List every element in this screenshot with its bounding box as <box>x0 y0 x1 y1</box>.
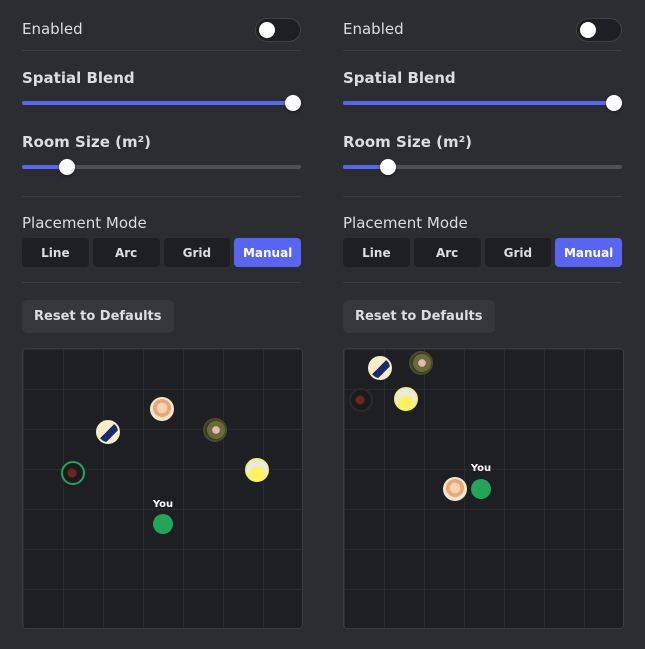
user-avatar-icon[interactable] <box>96 420 120 444</box>
user-avatar-icon[interactable] <box>61 461 85 485</box>
spatial-blend-label: Spatial Blend <box>343 69 456 87</box>
spatial-blend-slider[interactable] <box>343 95 622 111</box>
user-avatar-icon[interactable] <box>443 477 467 501</box>
placement-grid-button[interactable]: Grid <box>163 238 231 267</box>
divider <box>343 50 622 51</box>
placement-mode-label: Placement Mode <box>343 214 468 232</box>
user-avatar-icon[interactable] <box>349 388 373 412</box>
enabled-row: Enabled <box>343 10 622 50</box>
placement-manual-button[interactable]: Manual <box>555 238 622 267</box>
you-label: You <box>152 499 174 510</box>
placement-line-button[interactable]: Line <box>343 238 410 267</box>
enabled-label: Enabled <box>343 20 404 38</box>
reset-to-defaults-button[interactable]: Reset to Defaults <box>343 300 495 333</box>
placement-mode-selector: Line Arc Grid Manual <box>343 238 622 267</box>
divider <box>22 282 301 283</box>
user-avatar-icon[interactable] <box>394 387 418 411</box>
self-marker[interactable] <box>471 479 491 499</box>
placement-mode-selector: Line Arc Grid Manual <box>22 238 301 267</box>
placement-canvas[interactable]: You <box>22 348 303 629</box>
slider-thumb[interactable] <box>379 159 396 175</box>
user-avatar-icon[interactable] <box>409 351 433 375</box>
placement-arc-button[interactable]: Arc <box>413 238 481 267</box>
toggle-knob <box>259 22 275 38</box>
spatial-blend-label: Spatial Blend <box>22 69 135 87</box>
divider <box>22 50 301 51</box>
self-marker[interactable] <box>153 514 173 534</box>
room-size-label: Room Size (m²) <box>22 133 151 151</box>
room-size-slider[interactable] <box>343 159 622 175</box>
slider-thumb[interactable] <box>58 159 75 175</box>
divider <box>22 196 301 197</box>
toggle-knob <box>580 22 596 38</box>
spatial-blend-slider[interactable] <box>22 95 301 111</box>
slider-thumb[interactable] <box>285 95 301 111</box>
user-avatar-icon[interactable] <box>368 356 392 380</box>
placement-arc-button[interactable]: Arc <box>92 238 160 267</box>
placement-grid-button[interactable]: Grid <box>484 238 552 267</box>
you-label: You <box>470 463 492 474</box>
placement-canvas[interactable]: You <box>343 348 624 629</box>
divider <box>343 196 622 197</box>
slider-thumb[interactable] <box>606 95 622 111</box>
enabled-toggle[interactable] <box>255 18 301 42</box>
room-size-slider[interactable] <box>22 159 301 175</box>
room-size-label: Room Size (m²) <box>343 133 472 151</box>
user-avatar-icon[interactable] <box>203 418 227 442</box>
placement-manual-button[interactable]: Manual <box>234 238 301 267</box>
enabled-row: Enabled <box>22 10 301 50</box>
user-avatar-icon[interactable] <box>150 397 174 421</box>
divider <box>343 282 622 283</box>
reset-to-defaults-button[interactable]: Reset to Defaults <box>22 300 174 333</box>
user-avatar-icon[interactable] <box>245 458 269 482</box>
spatial-audio-panel-right: Enabled Spatial Blend Room Size (m²) Pla… <box>343 0 624 649</box>
slider-fill <box>22 101 293 105</box>
placement-mode-label: Placement Mode <box>22 214 147 232</box>
slider-fill <box>343 101 614 105</box>
enabled-label: Enabled <box>22 20 83 38</box>
placement-line-button[interactable]: Line <box>22 238 89 267</box>
spatial-audio-panel-left: Enabled Spatial Blend Room Size (m²) Pla… <box>22 0 303 649</box>
enabled-toggle[interactable] <box>576 18 622 42</box>
